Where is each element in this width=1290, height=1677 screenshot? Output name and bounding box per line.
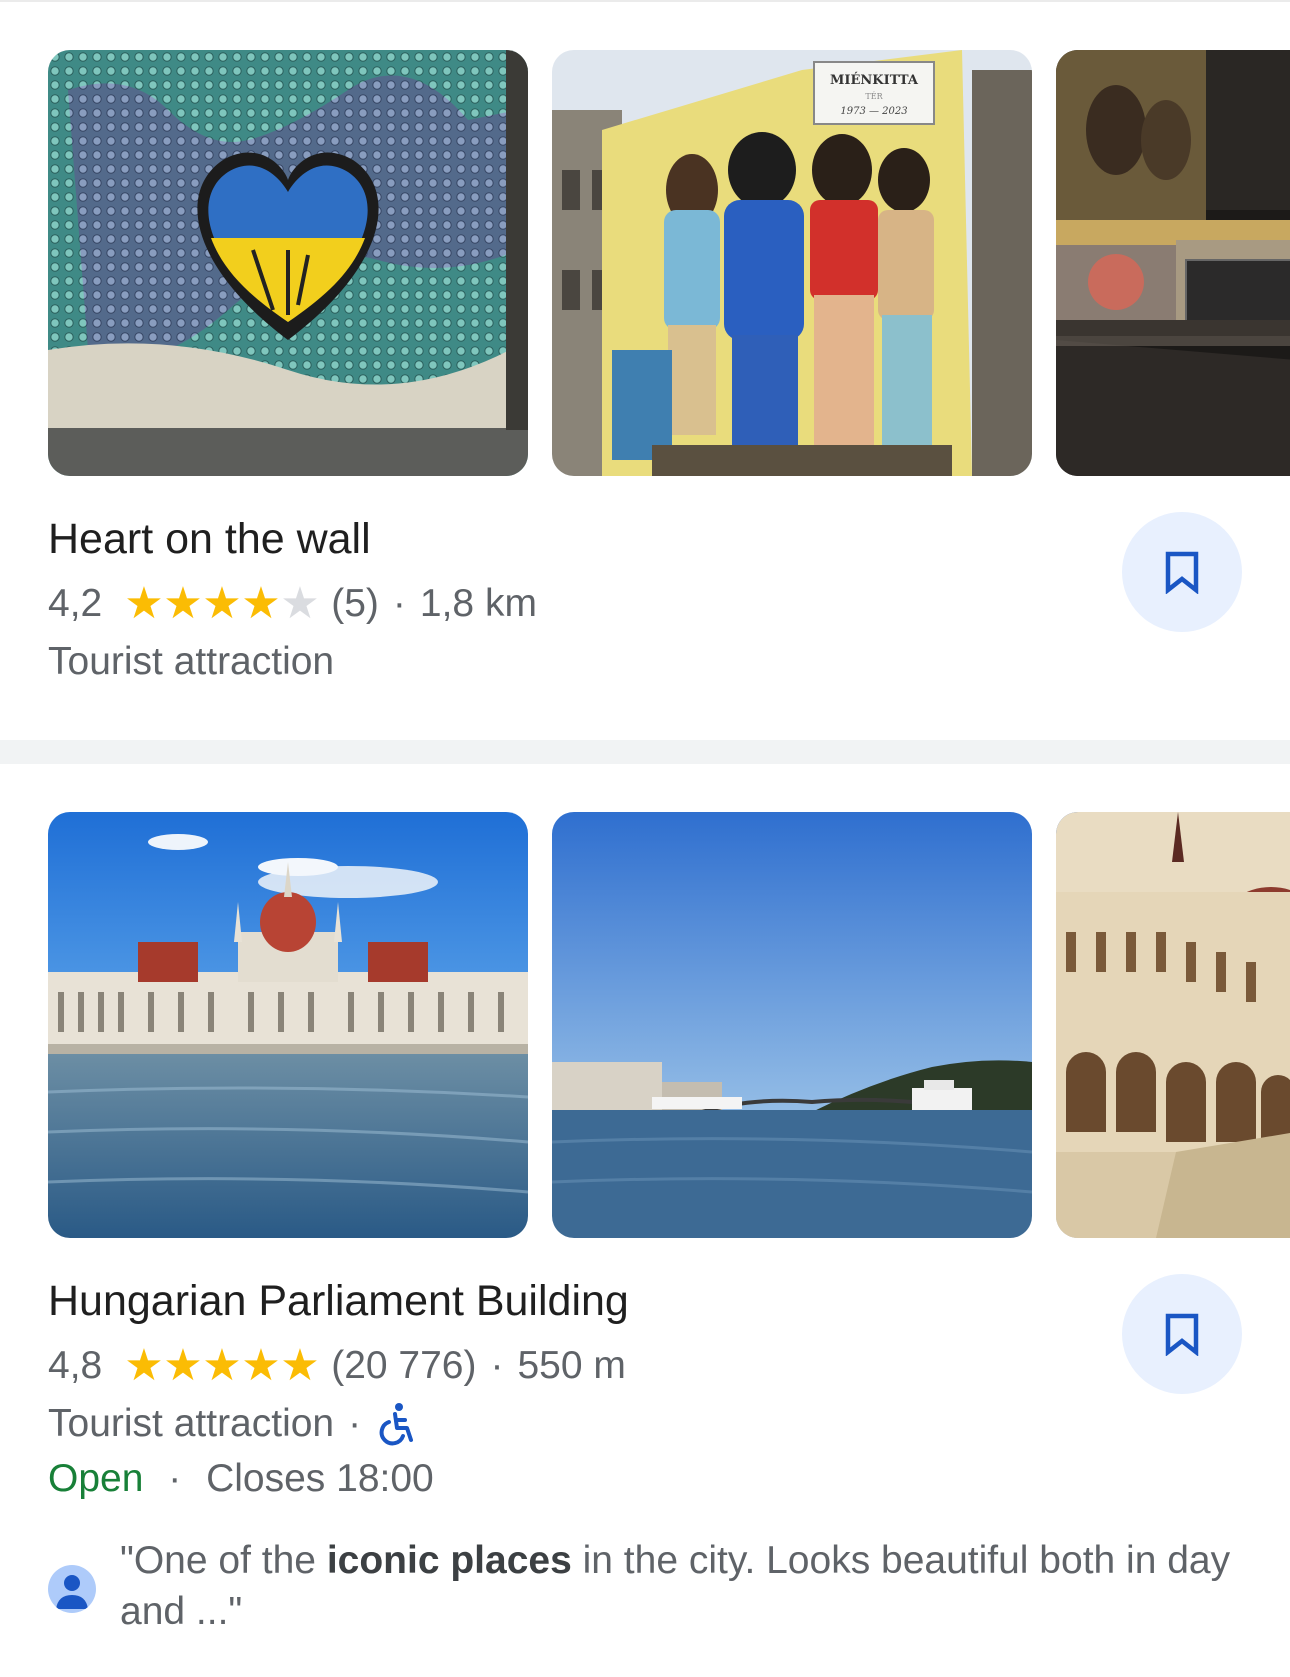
distance: 550 m [517, 1344, 626, 1387]
avatar [48, 1565, 96, 1613]
mural-sign-years: 1973 — 2023 [840, 106, 907, 117]
place-title[interactable]: Heart on the wall [48, 515, 371, 564]
wheelchair-icon [379, 1403, 414, 1446]
rating-row: 4,8 ★ ★ ★ ★ ★ (20 776) · 550 m [48, 1344, 626, 1388]
distance: 1,8 km [419, 582, 537, 625]
review-highlight: iconic places [326, 1539, 572, 1582]
star-icon: ★ [280, 1341, 320, 1390]
star-icon: ★ [163, 579, 203, 628]
review-text: "One of the iconic places in the city. L… [120, 1535, 1270, 1637]
star-icon: ★ [241, 579, 281, 628]
star-icon: ★ [202, 579, 242, 628]
place-photo[interactable] [1056, 812, 1290, 1238]
save-button[interactable] [1122, 512, 1242, 632]
category: Tourist attraction [48, 640, 334, 684]
separator: · [490, 1344, 504, 1387]
separator: · [348, 1402, 362, 1445]
bookmark-icon [1165, 1313, 1199, 1356]
bookmark-icon [1165, 551, 1199, 594]
opening-hours: Open · Closes 18:00 [48, 1457, 434, 1501]
review-count: (5) [331, 582, 379, 625]
category: Tourist attraction · [48, 1402, 415, 1446]
photo-carousel[interactable] [48, 812, 1290, 1238]
category-label: Tourist attraction [48, 1402, 335, 1445]
review-count: (20 776) [331, 1344, 477, 1387]
rating-value: 4,8 [48, 1344, 103, 1387]
category-label: Tourist attraction [48, 640, 335, 683]
place-card-hungarian-parliament[interactable]: Hungarian Parliament Building 4,8 ★ ★ ★ … [0, 812, 1290, 1677]
review-text-prefix: "One of the [120, 1539, 327, 1582]
star-rating: ★ ★ ★ ★ ★ [124, 1344, 319, 1388]
star-icon: ★ [280, 579, 320, 628]
closing-time: Closes 18:00 [206, 1457, 434, 1500]
star-rating: ★ ★ ★ ★ ★ [124, 582, 319, 626]
place-photo[interactable] [48, 50, 528, 476]
place-photo[interactable]: MIÉNKITTA TÉR 1973 — 2023 [552, 50, 1032, 476]
star-icon: ★ [124, 579, 164, 628]
star-icon: ★ [202, 1341, 242, 1390]
save-button[interactable] [1122, 1274, 1242, 1394]
star-icon: ★ [163, 1341, 203, 1390]
separator: · [168, 1457, 182, 1500]
top-divider [0, 0, 1290, 2]
place-title[interactable]: Hungarian Parliament Building [48, 1277, 629, 1326]
mural-sign-title: MIÉNKITTA [830, 72, 919, 88]
section-divider [0, 740, 1290, 764]
person-icon [56, 1575, 88, 1609]
star-icon: ★ [124, 1341, 164, 1390]
separator: · [392, 582, 406, 625]
photo-carousel[interactable]: MIÉNKITTA TÉR 1973 — 2023 [48, 50, 1290, 476]
rating-value: 4,2 [48, 582, 103, 625]
place-photo[interactable] [1056, 50, 1290, 476]
rating-row: 4,2 ★ ★ ★ ★ ★ (5) · 1,8 km [48, 582, 537, 626]
place-photo[interactable] [48, 812, 528, 1238]
open-status: Open [48, 1457, 144, 1500]
star-icon: ★ [241, 1341, 281, 1390]
place-photo[interactable] [552, 812, 1032, 1238]
place-card-heart-on-the-wall[interactable]: MIÉNKITTA TÉR 1973 — 2023 Heart on the w… [0, 50, 1290, 740]
mural-sign-subtitle: TÉR [865, 92, 883, 101]
